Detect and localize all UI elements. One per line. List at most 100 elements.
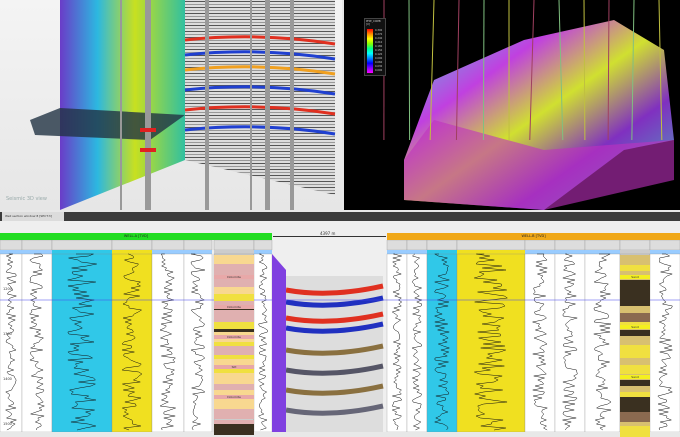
depth-label: 1400 [3,377,12,381]
lithology-bed [620,412,650,423]
log-track [525,254,555,432]
color-legend: PHIE_COMB [U] 0.3000.2700.2400.2100.1800… [364,18,386,76]
track-header [620,240,650,250]
well-marker [140,148,156,152]
lithology-bed [214,377,254,384]
track-header [650,240,680,250]
color-scale [367,29,373,73]
track-colorbar [184,250,212,254]
seismic-inline-panel [60,0,185,210]
track-header [214,240,254,250]
lithology-bed [620,313,650,322]
log-track [650,254,680,432]
log-track [254,254,272,432]
track-colorbar [254,250,272,254]
lithology-bed [214,409,254,420]
distance-line [273,236,386,237]
well-trajectory [290,0,294,210]
well-trajectory [120,0,122,210]
lithology-label: Sand [620,275,650,279]
log-track [0,254,22,432]
lithology-label: Dolomite [214,395,254,399]
track-header [184,240,212,250]
well-section-window[interactable]: WELL-A [TVD] WELL-B [TVD] 4397 m 1200 130… [0,221,680,432]
track-header [152,240,184,250]
track-header [457,240,525,250]
track-colorbar [457,250,525,254]
track-colorbar [407,250,427,254]
track-colorbar [152,250,184,254]
lithology-bed [620,365,650,374]
well-log-tracks: 1200130014001500 [0,240,680,432]
track-colorbar [52,250,112,254]
track-header [22,240,52,250]
lithology-bed [620,255,650,265]
lithology-bed [214,428,254,436]
lithology-bed [214,294,254,301]
track-header [52,240,112,250]
lithology-bed [620,349,650,358]
well-trajectory [250,0,252,210]
lithology-label: Sand [620,375,650,379]
well-trajectory [205,0,209,210]
tab-well-section[interactable]: Well section window 8 [SECT:3] [2,212,64,221]
3d-property-volume-view[interactable] [344,0,680,210]
lithology-bed [214,346,254,355]
well-trajectory [409,0,410,140]
lithology-bed [620,426,650,437]
lithology-bed [214,264,254,272]
track-header [112,240,152,250]
3d-seismic-view[interactable]: Seismic 3D view [0,0,342,210]
lithology-track-left: Dolomite Dolomite Dolomite Silt Dolomite [214,255,254,432]
track-colorbar [525,250,555,254]
depth-label: 1200 [3,287,12,291]
seismic-section [286,276,383,432]
tab-bar [0,212,680,221]
lithology-label: Silt [214,365,254,369]
lithology-label: Sand [620,325,650,329]
track-header [525,240,555,250]
track-colorbar [427,250,457,254]
track-header [254,240,272,250]
lithology-bed [214,255,254,264]
lithology-bed [620,290,650,297]
lithology-bed [620,306,650,313]
track-colorbar [214,250,254,254]
track-header [387,240,407,250]
lithology-bed [214,281,254,288]
lithology-bed [214,322,254,329]
track-colorbar [620,250,650,254]
distance-label: 4397 m [318,231,337,236]
track-colorbar [650,250,680,254]
track-colorbar [0,250,22,254]
track-colorbar [585,250,620,254]
well-trajectory [265,0,270,210]
lithology-label: Dolomite [214,335,254,339]
track-header [407,240,427,250]
track-colorbar [387,250,407,254]
track-colorbar [22,250,52,254]
log-track [407,254,427,432]
legend-title: PHIE_COMB [U] [366,20,384,26]
lithology-label: Dolomite [214,275,254,279]
track-colorbar [555,250,585,254]
lithology-track-right: Sand Sand Sand [620,255,650,432]
track-header [427,240,457,250]
track-header [555,240,585,250]
lithology-label: Dolomite [214,305,254,309]
watermark: Seismic 3D view [6,196,47,202]
correlation-fill [272,254,286,432]
well-trajectory [483,0,484,140]
well-marker [140,128,156,132]
lithology-bed [620,297,650,306]
depth-label: 1300 [3,332,12,336]
lithology-bed [214,315,254,322]
track-header [0,240,22,250]
lithology-bed [620,280,650,290]
lithology-bed [620,336,650,345]
lithology-bed [620,358,650,365]
track-header [585,240,620,250]
legend-value: 0.000 [375,69,382,73]
well-header-left[interactable]: WELL-A [TVD] [0,233,272,240]
well-header-right[interactable]: WELL-B [TVD] [387,233,680,240]
